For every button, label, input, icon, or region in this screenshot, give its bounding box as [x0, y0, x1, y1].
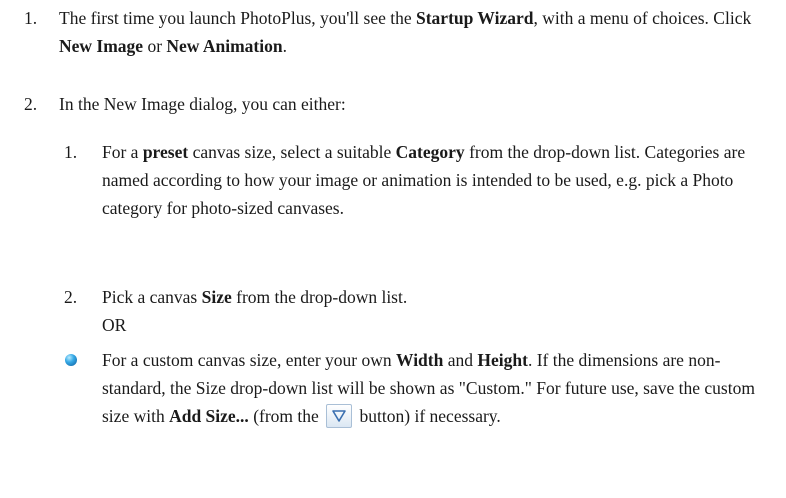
blue-sphere-bullet-icon: [65, 354, 77, 366]
new-animation-term: New Animation: [166, 36, 283, 56]
height-term: Height: [477, 350, 528, 370]
substep-text: For a preset canvas size, select a suita…: [102, 142, 746, 218]
size-term: Size: [201, 287, 232, 307]
step-number: 2.: [24, 94, 38, 114]
step-text: In the New Image dialog, you can either:: [59, 94, 346, 114]
add-size-term: Add Size...: [169, 406, 249, 426]
preset-term: preset: [142, 142, 189, 162]
category-term: Category: [395, 142, 465, 162]
substep-number: 1.: [64, 142, 78, 162]
new-image-term: New Image: [59, 36, 144, 56]
step-text: The first time you launch PhotoPlus, you…: [59, 8, 752, 56]
width-term: Width: [396, 350, 444, 370]
substep-number: 2.: [64, 287, 78, 307]
startup-wizard-term: Startup Wizard: [416, 8, 534, 28]
triangle-down-icon: [332, 410, 346, 422]
bullet-text: For a custom canvas size, enter your own…: [102, 350, 755, 428]
dropdown-button: [326, 404, 353, 428]
substep-text: Pick a canvas Size from the drop-down li…: [102, 287, 408, 335]
or-label: OR: [102, 315, 127, 335]
help-page: 1. The first time you launch PhotoPlus, …: [0, 0, 786, 498]
step-number: 1.: [24, 8, 38, 28]
